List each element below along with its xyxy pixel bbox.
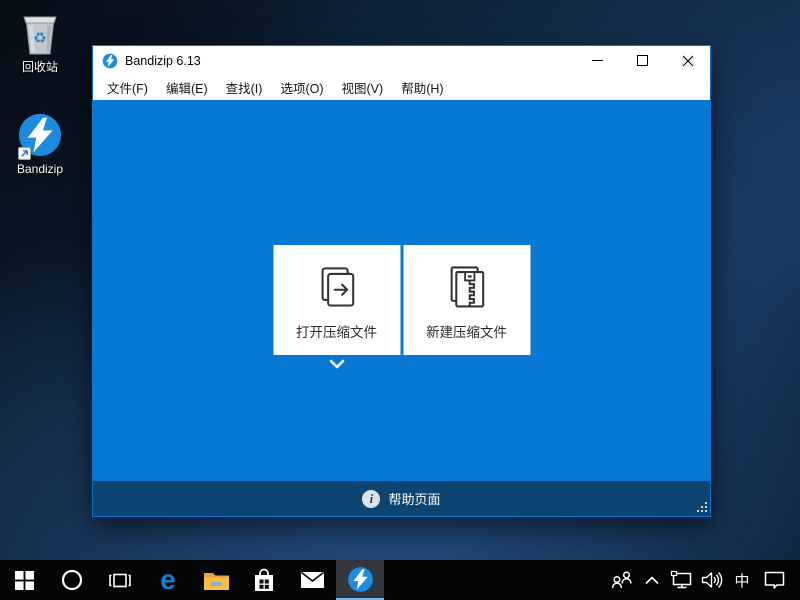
edge-button[interactable]: e	[144, 560, 192, 600]
windows-logo-icon	[15, 571, 34, 590]
mail-envelope-icon	[300, 571, 325, 589]
action-center-icon	[763, 570, 786, 590]
bandizip-window: Bandizip 6.13 文件(F) 编辑(E) 查找(I) 选项(O) 视图…	[92, 45, 711, 517]
maximize-icon	[637, 55, 648, 66]
store-bag-icon	[252, 568, 276, 593]
open-archive-icon	[311, 260, 363, 312]
store-button[interactable]	[240, 560, 288, 600]
taskbar: e	[0, 560, 800, 600]
new-archive-button[interactable]: 新建压缩文件	[403, 245, 530, 355]
network-icon	[670, 570, 693, 590]
close-button[interactable]	[665, 46, 710, 75]
chevron-up-icon	[644, 575, 660, 585]
resize-grip[interactable]	[695, 501, 708, 514]
chevron-down-icon[interactable]	[328, 359, 345, 369]
edge-icon: e	[154, 566, 182, 594]
taskbar-left: e	[0, 560, 384, 600]
new-archive-icon	[441, 260, 493, 312]
bandizip-logo-icon	[347, 566, 374, 593]
desktop-icon-bandizip[interactable]: Bandizip	[1, 110, 79, 176]
people-icon	[610, 570, 634, 590]
window-title: Bandizip 6.13	[125, 54, 575, 68]
menu-bar: 文件(F) 编辑(E) 查找(I) 选项(O) 视图(V) 帮助(H)	[93, 75, 710, 100]
close-icon	[682, 55, 694, 67]
start-button[interactable]	[0, 560, 48, 600]
menu-help[interactable]: 帮助(H)	[392, 75, 452, 100]
menu-options[interactable]: 选项(O)	[271, 75, 332, 100]
action-button-label: 打开压缩文件	[296, 321, 377, 341]
menu-file[interactable]: 文件(F)	[98, 75, 157, 100]
shortcut-arrow-icon	[18, 147, 31, 160]
mail-button[interactable]	[288, 560, 336, 600]
menu-view[interactable]: 视图(V)	[333, 75, 393, 100]
ime-indicator[interactable]: 中	[728, 560, 756, 600]
open-archive-button[interactable]: 打开压缩文件	[273, 245, 400, 355]
minimize-button[interactable]	[575, 46, 620, 75]
help-bar-label: 帮助页面	[388, 489, 440, 508]
svg-text:♻: ♻	[33, 30, 46, 47]
bandizip-logo-icon	[102, 53, 118, 69]
cortana-button[interactable]	[48, 560, 96, 600]
action-button-row: 打开压缩文件 新建压缩文件	[273, 245, 530, 355]
desktop-icon-recycle-bin[interactable]: ♻ 回收站	[1, 8, 79, 74]
minimize-icon	[592, 55, 603, 66]
info-icon: i	[362, 490, 380, 508]
action-center-button[interactable]	[756, 560, 792, 600]
maximize-button[interactable]	[620, 46, 665, 75]
desktop-icon-label: Bandizip	[1, 162, 79, 176]
bandizip-taskbar-button[interactable]	[336, 560, 384, 600]
svg-text:e: e	[160, 566, 176, 594]
folder-icon	[203, 570, 230, 591]
cortana-circle-icon	[61, 569, 83, 591]
menu-find[interactable]: 查找(I)	[217, 75, 272, 100]
action-button-label: 新建压缩文件	[426, 321, 507, 341]
help-bar[interactable]: i 帮助页面	[93, 481, 710, 516]
title-bar[interactable]: Bandizip 6.13	[93, 46, 710, 75]
task-view-button[interactable]	[96, 560, 144, 600]
show-hidden-icons-button[interactable]	[638, 560, 666, 600]
file-explorer-button[interactable]	[192, 560, 240, 600]
recycle-bin-icon: ♻	[1, 8, 79, 56]
menu-edit[interactable]: 编辑(E)	[157, 75, 217, 100]
network-button[interactable]	[666, 560, 696, 600]
system-tray: 中	[606, 560, 800, 600]
people-button[interactable]	[606, 560, 638, 600]
desktop-icon-label: 回收站	[1, 60, 79, 74]
volume-button[interactable]	[696, 560, 728, 600]
volume-icon	[700, 570, 724, 590]
main-content: 打开压缩文件 新建压缩文件	[93, 100, 710, 481]
bandizip-logo-icon	[1, 110, 79, 158]
task-view-icon	[108, 571, 132, 590]
